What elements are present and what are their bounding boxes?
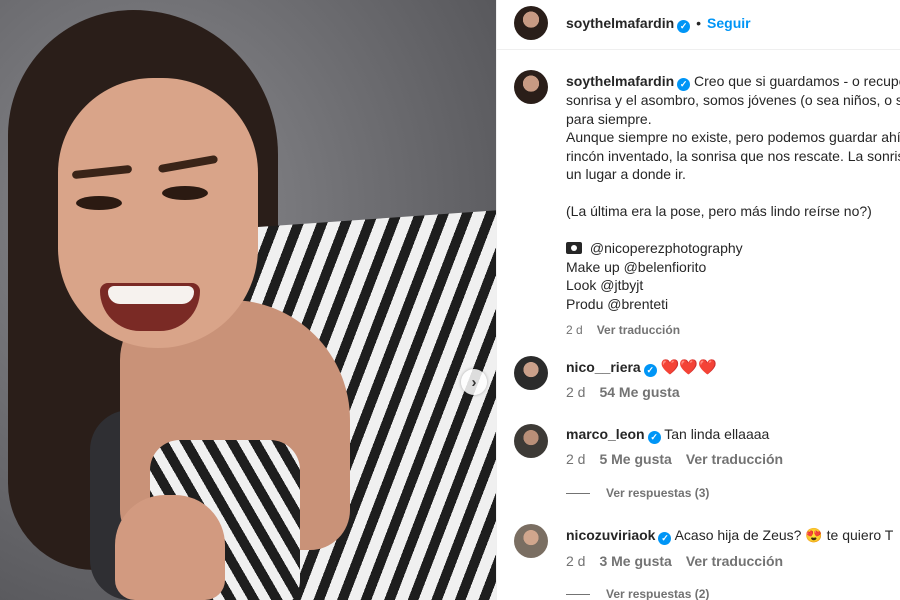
- caption-time[interactable]: 2 d: [566, 323, 583, 337]
- comment-likes[interactable]: 54 Me gusta: [599, 384, 679, 400]
- caption-blank: [566, 184, 900, 203]
- view-replies-button[interactable]: Ver respuestas (3): [566, 486, 709, 500]
- caption-credit-photo[interactable]: @nicoperezphotography: [590, 240, 743, 256]
- comment-avatar[interactable]: [514, 424, 548, 458]
- comment-avatar[interactable]: [514, 356, 548, 390]
- post-header: soythelmafardin ✓ • Seguir: [497, 0, 900, 50]
- comment-avatar[interactable]: [514, 524, 548, 558]
- caption-line: Aunque siempre no existe, pero podemos g…: [566, 129, 900, 145]
- camera-icon: [566, 242, 582, 254]
- caption-line: rincón inventado, la sonrisa que nos res…: [566, 147, 900, 164]
- comment-time[interactable]: 2 d: [566, 384, 585, 400]
- view-replies-button[interactable]: Ver respuestas (2): [566, 587, 709, 600]
- comment-item: nicozuviriaok ✓ Acaso hija de Zeus? 😍 te …: [566, 527, 893, 545]
- chevron-right-icon: ›: [471, 373, 477, 391]
- post-side-panel: soythelmafardin ✓ • Seguir soythelmafardin ✓…: [496, 0, 900, 600]
- caption-credit-look: Look @jtbyjt: [566, 277, 644, 293]
- view-replies-label: Ver respuestas (2): [606, 587, 710, 600]
- verified-badge-icon: ✓: [647, 431, 661, 444]
- comment-likes[interactable]: 3 Me gusta: [599, 553, 671, 569]
- header-user-row: soythelmafardin ✓ • Seguir: [566, 15, 751, 33]
- comment-time[interactable]: 2 d: [566, 451, 585, 467]
- post-photo: ›: [0, 0, 496, 600]
- replies-line: [566, 492, 590, 494]
- caption-translate-button[interactable]: Ver traducción: [597, 323, 680, 337]
- comment-translate-button[interactable]: Ver traducción: [686, 451, 783, 467]
- view-replies-label: Ver respuestas (3): [606, 486, 710, 500]
- next-photo-button[interactable]: ›: [461, 369, 487, 395]
- comment-text-end: te quiero T: [826, 527, 894, 543]
- caption-username[interactable]: soythelmafardin: [566, 73, 674, 89]
- comment-time[interactable]: 2 d: [566, 553, 585, 569]
- photo-eye-right: [162, 186, 208, 200]
- caption-credit-makeup: Make up @belenfiorito: [566, 258, 707, 275]
- photo-eye-left: [76, 196, 122, 210]
- verified-badge-icon: ✓: [677, 78, 691, 91]
- separator-dot: •: [696, 15, 702, 31]
- comment-item: nico__riera ✓ ❤️❤️❤️: [566, 358, 717, 377]
- caption-blank: [566, 221, 900, 240]
- follow-button[interactable]: Seguir: [707, 15, 751, 31]
- post-caption: soythelmafardin ✓ Creo que si guardamos -…: [566, 72, 900, 340]
- comment-text: ❤️❤️❤️: [660, 359, 717, 376]
- comment-item: marco_leon ✓ Tan linda ellaaaa: [566, 426, 769, 444]
- comment-translate-button[interactable]: Ver traducción: [686, 553, 783, 569]
- replies-line: [566, 593, 590, 595]
- caption-line: sonrisa y el asombro, somos jóvenes (o s…: [566, 92, 900, 108]
- verified-badge-icon: ✓: [677, 20, 691, 33]
- caption-credit-produ: Produ @brenteti: [566, 295, 669, 312]
- photo-teeth: [108, 286, 194, 304]
- comment-meta: 2 d 3 Me gusta Ver traducción: [566, 553, 783, 569]
- photo-hand: [115, 495, 225, 600]
- caption-line: (La última era la pose, pero más lindo r…: [566, 203, 872, 219]
- comment-text: Tan linda ellaaaa: [664, 426, 770, 442]
- verified-badge-icon: ✓: [658, 532, 672, 545]
- caption-line: para siempre.: [566, 110, 652, 127]
- verified-badge-icon: ✓: [643, 364, 657, 377]
- caption-line: Creo que si guardamos - o recupe: [694, 73, 900, 89]
- comment-username[interactable]: nicozuviriaok: [566, 527, 655, 543]
- comment-username[interactable]: marco_leon: [566, 426, 645, 442]
- caption-author-avatar[interactable]: [514, 70, 548, 104]
- author-avatar[interactable]: [514, 6, 548, 40]
- comment-text: Acaso hija de Zeus?: [674, 527, 802, 543]
- heart-eyes-emoji-icon: 😍: [805, 527, 823, 543]
- comment-username[interactable]: nico__riera: [566, 359, 641, 375]
- comment-likes[interactable]: 5 Me gusta: [599, 451, 671, 467]
- comment-meta: 2 d 5 Me gusta Ver traducción: [566, 451, 783, 467]
- author-username[interactable]: soythelmafardin: [566, 15, 674, 31]
- caption-line: un lugar a donde ir.: [566, 166, 686, 182]
- comment-meta: 2 d 54 Me gusta: [566, 384, 680, 400]
